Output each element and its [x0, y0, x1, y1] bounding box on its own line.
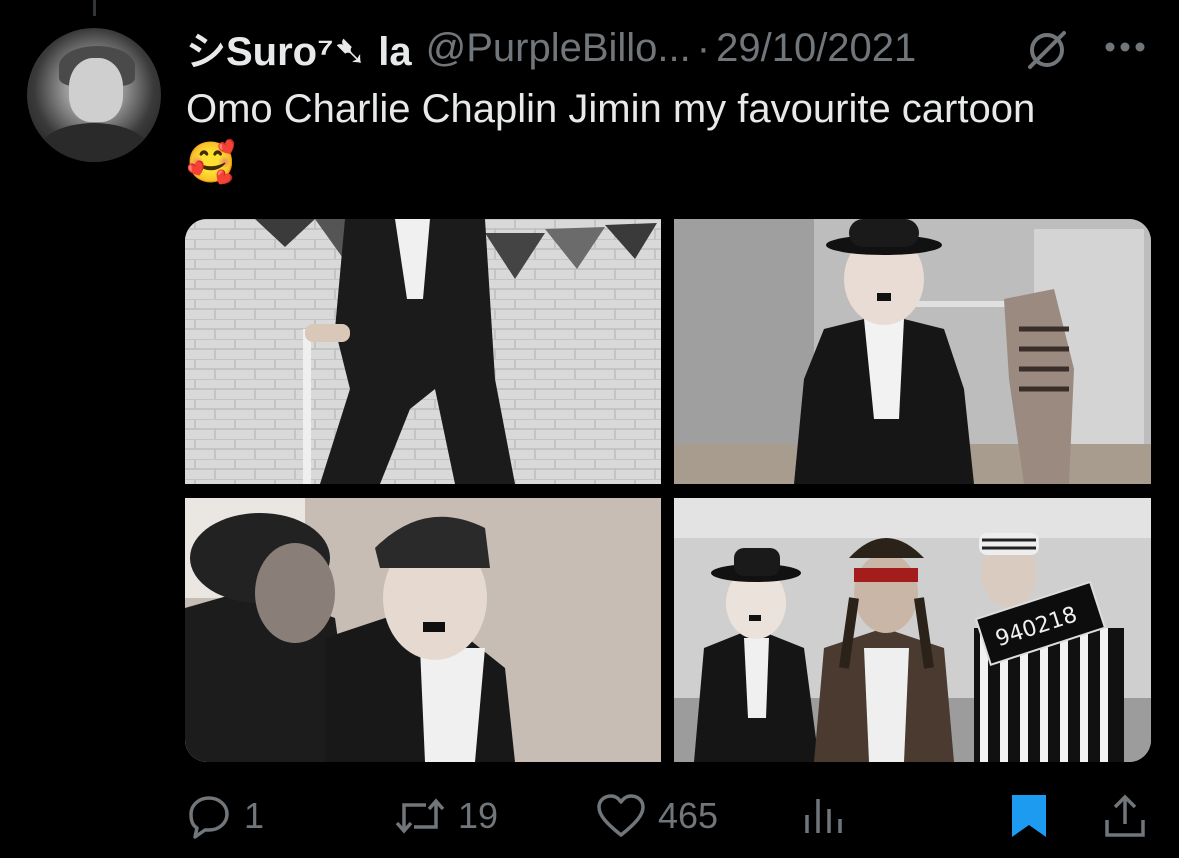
bookmark-button[interactable] — [1008, 788, 1050, 844]
analytics-icon — [805, 799, 842, 833]
like-count: 465 — [658, 795, 719, 836]
retweet-count: 19 — [458, 795, 499, 836]
display-name[interactable]: シSuro⁷➷ la — [186, 19, 412, 77]
photo-2-image — [674, 219, 1151, 484]
retweet-icon — [395, 798, 445, 834]
photo-3[interactable] — [185, 498, 661, 762]
like-button[interactable]: 465 — [596, 788, 718, 844]
photo-3-image — [185, 498, 661, 762]
bookmark-icon — [1012, 795, 1046, 837]
photo-1[interactable] — [185, 219, 661, 484]
share-button[interactable] — [1102, 788, 1148, 844]
reply-button[interactable]: 1 — [186, 788, 264, 844]
more-icon[interactable] — [1103, 40, 1147, 54]
photo-2[interactable] — [674, 219, 1151, 484]
share-icon — [1105, 794, 1145, 837]
user-handle[interactable]: @PurpleBillo... — [426, 26, 691, 71]
tweet-date[interactable]: 29/10/2021 — [716, 26, 916, 71]
retweet-button[interactable]: 19 — [394, 788, 498, 844]
photo-1-image — [185, 219, 661, 484]
avatar[interactable] — [27, 28, 161, 162]
reply-count: 1 — [244, 795, 265, 836]
reply-icon — [189, 796, 229, 839]
action-bar: 1 19 465 — [0, 788, 1179, 844]
photo-4-image: 940218 — [674, 498, 1151, 762]
tweet-header: シSuro⁷➷ la @PurpleBillo... · 29/10/2021 — [186, 19, 916, 77]
separator-dot: · — [696, 25, 711, 70]
thread-connector-line — [93, 0, 96, 16]
grok-icon[interactable] — [1024, 27, 1070, 73]
analytics-button[interactable] — [802, 788, 846, 844]
photo-4[interactable]: 940218 — [674, 498, 1151, 762]
media-grid: 940218 — [185, 219, 1151, 762]
tweet-text: Omo Charlie Chaplin Jimin my favourite c… — [186, 87, 1036, 185]
like-icon — [597, 794, 645, 837]
